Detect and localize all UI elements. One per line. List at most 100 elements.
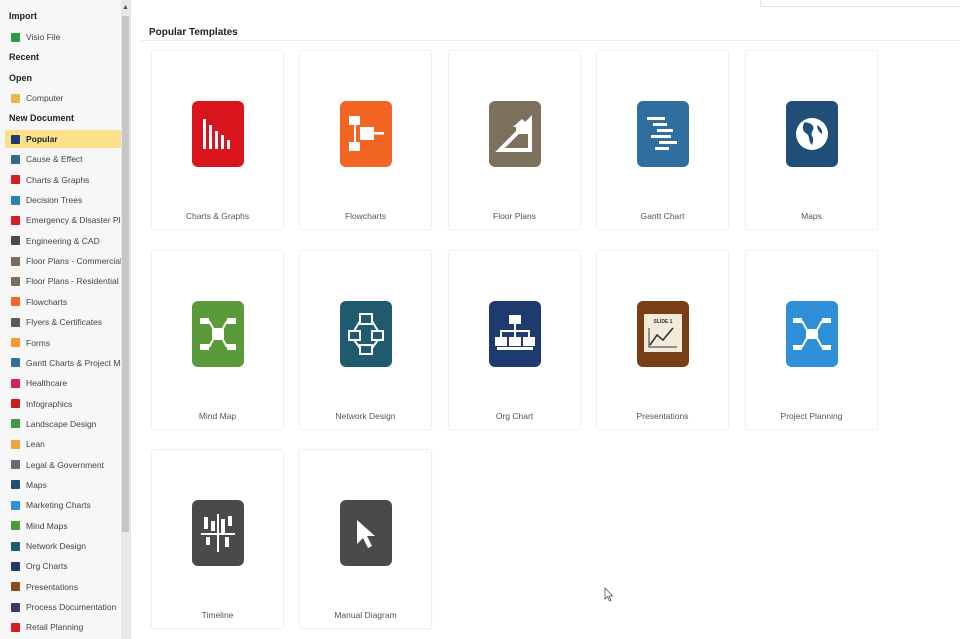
template-card-timeline[interactable]: Timeline xyxy=(152,450,283,628)
template-label: Maps xyxy=(801,211,822,221)
globe-icon xyxy=(11,480,20,490)
template-card-manual-diagram[interactable]: Manual Diagram xyxy=(300,450,431,628)
sidebar-item-label: Healthcare xyxy=(26,378,68,389)
template-label: Charts & Graphs xyxy=(185,211,250,221)
template-label: Presentations xyxy=(636,411,689,421)
visio-icon xyxy=(11,32,20,42)
svg-text:SLIDE 1: SLIDE 1 xyxy=(654,319,673,325)
template-card-flowcharts[interactable]: Flowcharts xyxy=(300,51,431,229)
mind-map-icon xyxy=(11,521,20,531)
sidebar-item-marketing-charts[interactable]: Marketing Charts xyxy=(5,496,121,514)
scroll-up-icon[interactable]: ▲ xyxy=(121,3,130,13)
sidebar-item-landscape-design[interactable]: Landscape Design xyxy=(5,415,121,433)
top-search-area xyxy=(760,0,960,7)
template-label: Org Chart xyxy=(495,411,534,421)
sidebar-item-lean[interactable]: Lean xyxy=(5,435,121,453)
sidebar-item-flyers-certificates[interactable]: Flyers & Certificates xyxy=(5,313,121,331)
retail-icon xyxy=(11,622,20,632)
sidebar-item-decision-trees[interactable]: Decision Trees xyxy=(5,191,121,209)
globe-icon xyxy=(786,101,838,167)
sidebar-item-label: Mind Maps xyxy=(26,520,68,531)
template-label: Project Planning xyxy=(780,411,843,421)
template-card-network-design[interactable]: Network Design xyxy=(300,251,431,429)
sidebar-item-label: Lean xyxy=(26,439,45,450)
template-card-charts-graphs[interactable]: Charts & Graphs xyxy=(152,51,283,229)
sidebar-item-label: Legal & Government xyxy=(26,459,104,470)
template-label: Manual Diagram xyxy=(334,610,397,620)
sidebar-item-label: Retail Planning xyxy=(26,622,84,633)
folder-icon xyxy=(11,93,20,103)
template-card-presentations[interactable]: SLIDE 1 Presentations xyxy=(597,251,728,429)
template-card-gantt-chart[interactable]: Gantt Chart xyxy=(597,51,728,229)
network-icon xyxy=(11,541,20,551)
bar-chart-icon xyxy=(11,175,20,185)
sidebar-item-cause-effect[interactable]: Cause & Effect xyxy=(5,150,121,168)
presentation-icon: SLIDE 1 xyxy=(637,301,689,367)
sidebar-item-infographics[interactable]: Infographics xyxy=(5,395,121,413)
sidebar-item-label: Forms xyxy=(26,337,51,348)
sidebar-item-maps[interactable]: Maps xyxy=(5,476,121,494)
gantt-icon xyxy=(637,101,689,167)
sidebar-item-network-design[interactable]: Network Design xyxy=(5,537,121,555)
sidebar-item-label: Engineering & CAD xyxy=(26,235,100,246)
star-icon xyxy=(11,134,20,144)
sidebar-item-label: Computer xyxy=(26,93,64,103)
sidebar-item-floor-plans-commercial[interactable]: Floor Plans - Commercial xyxy=(5,252,121,270)
sidebar-item-emergency-disaster-pla[interactable]: Emergency & Disaster Pla... xyxy=(5,211,121,229)
sidebar-item-gantt-charts-project-mgt[interactable]: Gantt Charts & Project Mgt xyxy=(5,354,121,372)
process-icon xyxy=(11,602,20,612)
sidebar-item-retail-planning[interactable]: Retail Planning xyxy=(5,618,121,636)
template-card-project-planning[interactable]: Project Planning xyxy=(746,251,877,429)
flowchart-icon xyxy=(11,297,20,307)
sidebar-item-label: Network Design xyxy=(26,541,86,551)
sidebar-item-process-documentation[interactable]: Process Documentation xyxy=(5,598,121,616)
sidebar-item-floor-plans-residential[interactable]: Floor Plans - Residential xyxy=(5,272,121,290)
sidebar-item-engineering-cad[interactable]: Engineering & CAD xyxy=(5,232,121,250)
sidebar-item-mind-maps[interactable]: Mind Maps xyxy=(5,517,121,535)
sidebar-item-flowcharts[interactable]: Flowcharts xyxy=(5,293,121,311)
cause-effect-icon xyxy=(11,154,20,164)
org-chart-icon xyxy=(489,301,541,367)
landscape-icon xyxy=(11,419,20,429)
healthcare-icon xyxy=(11,378,20,388)
template-card-mind-map[interactable]: Mind Map xyxy=(152,251,283,429)
template-label: Flowcharts xyxy=(344,211,387,221)
sidebar-item-forms[interactable]: Forms xyxy=(5,334,121,352)
section-header-recent: Recent xyxy=(9,52,40,62)
mouse-cursor-icon xyxy=(604,587,614,602)
sidebar-item-computer[interactable]: Computer xyxy=(5,89,121,107)
gantt-icon xyxy=(11,358,20,368)
floor-plan-icon xyxy=(489,101,541,167)
sidebar-scrollbar[interactable]: ▲ xyxy=(121,0,130,639)
template-card-floor-plans[interactable]: Floor Plans xyxy=(449,51,580,229)
page-title: Popular Templates xyxy=(149,27,238,38)
floor-plan-commercial-icon xyxy=(11,256,20,266)
template-label: Mind Map xyxy=(198,411,237,421)
sidebar-item-label: Decision Trees xyxy=(26,195,83,206)
sidebar-item-label: Floor Plans - Commercial xyxy=(26,256,121,267)
infographics-icon xyxy=(11,399,20,409)
bar-chart-icon xyxy=(192,101,244,167)
sidebar-item-presentations[interactable]: Presentations xyxy=(5,578,121,596)
sidebar-item-label: Floor Plans - Residential xyxy=(26,276,119,287)
sidebar-item-visio-file[interactable]: Visio File xyxy=(5,28,121,46)
sidebar-item-label: Emergency & Disaster Pla... xyxy=(26,215,121,226)
sidebar-item-label: Gantt Charts & Project Mgt xyxy=(26,357,121,368)
sidebar-item-charts-graphs[interactable]: Charts & Graphs xyxy=(5,171,121,189)
sidebar-item-label: Infographics xyxy=(26,398,73,409)
sidebar-item-healthcare[interactable]: Healthcare xyxy=(5,374,121,392)
sidebar-item-org-charts[interactable]: Org Charts xyxy=(5,557,121,575)
sidebar-item-label: Landscape Design xyxy=(26,418,97,429)
sidebar-item-label: Visio File xyxy=(26,32,61,42)
network-icon xyxy=(340,301,392,367)
flowchart-icon xyxy=(340,101,392,167)
sidebar-item-legal-government[interactable]: Legal & Government xyxy=(5,456,121,474)
divider xyxy=(141,40,960,41)
marketing-icon xyxy=(11,500,20,510)
scrollbar-thumb[interactable] xyxy=(122,16,129,532)
sidebar-item-popular[interactable]: Popular xyxy=(5,130,121,148)
template-card-org-chart[interactable]: Org Chart xyxy=(449,251,580,429)
template-label: Timeline xyxy=(201,610,234,620)
floor-plan-residential-icon xyxy=(11,276,20,286)
template-card-maps[interactable]: Maps xyxy=(746,51,877,229)
